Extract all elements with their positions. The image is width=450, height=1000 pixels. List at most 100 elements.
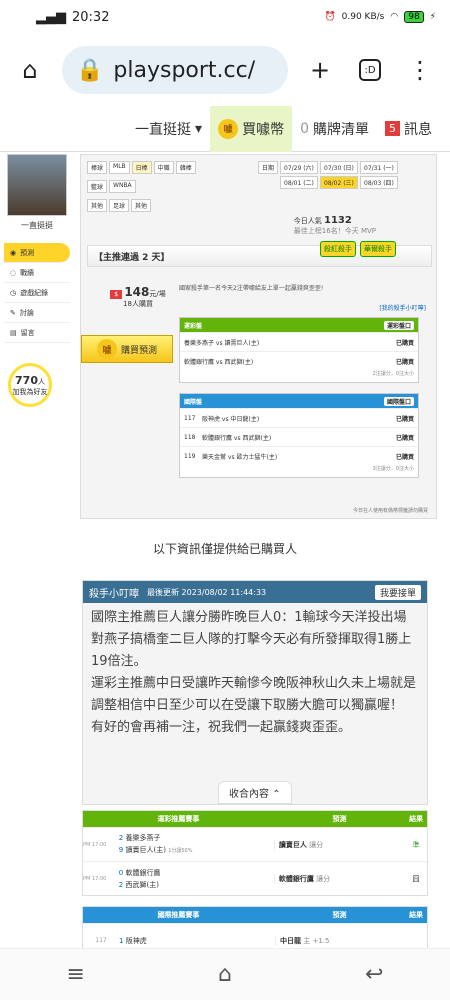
table-row: 養樂多燕子 vs 讀賣巨人(主) 已購買 xyxy=(180,332,418,351)
table-footer: 2注讓分，0注大小 xyxy=(372,371,414,377)
message-count: 5 xyxy=(385,121,400,136)
avatar[interactable] xyxy=(7,154,67,216)
date-0802[interactable]: 08/02 (三) xyxy=(320,176,358,189)
filter-npb[interactable]: 日棒 xyxy=(131,161,152,174)
site-top-nav: 一直挺挺 ▾ 噱買噱幣 0 購牌清單 5 訊息 xyxy=(0,106,450,152)
filter-others[interactable]: 其他 xyxy=(131,199,152,212)
filter-soccer[interactable]: 足球 xyxy=(109,199,130,212)
col-header: 國際推薦賽事 xyxy=(157,911,200,919)
match-name: 軟體銀行鷹 vs 西武獅(主) xyxy=(202,434,272,442)
purchase-status: 已購買 xyxy=(395,415,414,423)
sidebar-item-label: 遊戲紀錄 xyxy=(20,288,49,297)
chevron-up-icon: ⌃ xyxy=(272,789,281,800)
game-number: 118 xyxy=(184,433,196,441)
browser-toolbar: ⌂ 🔒 playsport.cc/ + :D ⋮ xyxy=(0,34,450,106)
sidebar-item-record[interactable]: ◌ 戰績 xyxy=(4,263,70,283)
popularity: 今日人氣 1132 最佳上榜16名！今天 MVP xyxy=(294,215,376,236)
rank-tag: MVP xyxy=(360,227,376,235)
lottery-picks-table: 運彩推薦賽事 預測 結果 PM 17:00 2 養樂多燕子 9 讀賣巨人(主) 1分讓… xyxy=(82,810,428,896)
pick-type: 讓分 xyxy=(309,840,324,849)
purchase-status: 已購買 xyxy=(395,434,414,442)
more-menu-icon[interactable]: ⋮ xyxy=(402,56,438,84)
user-menu[interactable]: 一直挺挺 ▾ xyxy=(127,106,210,152)
filter-kbo[interactable]: 韓棒 xyxy=(175,161,196,174)
home-icon[interactable]: ⌂ xyxy=(12,56,48,84)
sidebar-item-history[interactable]: ◷ 遊戲紀錄 xyxy=(4,283,70,303)
home-nav-icon[interactable]: ⌂ xyxy=(218,962,232,987)
filter-label-basketball: 籃球 xyxy=(87,180,108,193)
collapse-label: 收合內容 xyxy=(229,789,269,800)
table-footer: 3注讓分，0注大小 xyxy=(372,466,414,472)
collapse-button[interactable]: 收合內容 ⌃ xyxy=(218,781,292,804)
android-nav-bar: ≡ ⌂ ↩ xyxy=(0,948,450,1000)
profile-name: 一直挺挺 xyxy=(21,221,53,230)
profile-sidebar: 一直挺挺 ◉ 預測 ◌ 戰績 ◷ 遊戲紀錄 ✎ 討論 ▤ 留言 770人 加我為好友 xyxy=(4,154,70,407)
match-name: 軟體銀行鷹 vs 西武獅(主) xyxy=(184,358,254,366)
score: 2 xyxy=(118,880,124,889)
rank-note: 最佳上榜16名！今天 xyxy=(293,227,359,235)
date-0729[interactable]: 07/29 (六) xyxy=(280,161,318,174)
take-order-button[interactable]: 我要接單 xyxy=(374,584,421,600)
filter-mlb[interactable]: MLB xyxy=(109,161,130,174)
buy-prediction-button[interactable]: 噱購買預測 xyxy=(81,335,173,363)
match-name: 阪神虎 vs 中日龍(主) xyxy=(202,415,260,423)
pick-team: 讀賣巨人 xyxy=(278,840,307,849)
price-unit: 元/場 xyxy=(149,290,166,298)
date-0731[interactable]: 07/31 (一) xyxy=(360,161,398,174)
back-icon[interactable]: ↩ xyxy=(365,962,383,987)
match-name: 養樂多燕子 vs 讀賣巨人(主) xyxy=(184,339,260,347)
sidebar-item-predict[interactable]: ◉ 預測 xyxy=(4,243,70,263)
caret-down-icon: ▾ xyxy=(195,120,203,137)
messages-button[interactable]: 5 訊息 xyxy=(377,106,440,152)
date-0803[interactable]: 08/03 (四) xyxy=(360,176,398,189)
expert-tips: 殺手小叮嚀 最後更新 2023/08/02 11:44:33 我要接單 國際主推薦巨… xyxy=(82,580,428,805)
col-header: 預測 xyxy=(332,815,347,823)
net-speed: 0.90 KB/s xyxy=(341,12,385,22)
away-team: 養樂多燕子 xyxy=(125,834,161,842)
tab-switcher-button[interactable]: :D xyxy=(352,59,388,81)
game-number: 117 xyxy=(95,937,107,944)
battery-icon: 98 xyxy=(404,11,424,23)
filter-wnba[interactable]: WNBA xyxy=(109,180,136,193)
filter-label-other: 其他 xyxy=(87,199,108,212)
away-team: 阪神虎 xyxy=(125,936,147,945)
fans-badge[interactable]: 770人 加我為好友 xyxy=(8,363,52,407)
game-time: PM 17:00 xyxy=(83,841,107,848)
sports-lottery-table: 運彩盤 運彩盤口 養樂多燕子 vs 讀賣巨人(主) 已購買 軟體銀行鷹 vs 西武獅… xyxy=(179,317,419,383)
recent-apps-icon[interactable]: ≡ xyxy=(67,962,85,987)
game-number: 119 xyxy=(184,452,196,460)
tips-body: 國際主推薦巨人讓分勝昨晚巨人0：1輸球今天洋投出場對燕子搞橋奎二巨人隊的打擊今天… xyxy=(91,610,417,735)
table-sub: 國際盤口 xyxy=(383,396,414,406)
sidebar-item-message[interactable]: ▤ 留言 xyxy=(4,323,70,343)
score: 1 xyxy=(119,936,124,945)
web-page: 一直挺挺 ▾ 噱買噱幣 0 購牌清單 5 訊息 一直挺挺 ◉ 預測 ◌ 戰績 ◷ 遊戲紀錄 … xyxy=(0,106,450,948)
tips-link[interactable]: [我的殺手小叮嚀] xyxy=(379,303,426,312)
buy-coin-button[interactable]: 噱買噱幣 xyxy=(210,106,293,152)
messages-label: 訊息 xyxy=(404,121,432,138)
date-0730[interactable]: 07/30 (日) xyxy=(320,161,358,174)
popularity-label: 今日人氣 xyxy=(293,217,322,225)
cart-button[interactable]: 0 購牌清單 xyxy=(292,106,377,152)
price-info: $ 148元/場 18人購買 xyxy=(93,285,183,309)
url-text: playsport.cc/ xyxy=(113,57,256,83)
game-number: 117 xyxy=(184,414,196,422)
address-bar[interactable]: 🔒 playsport.cc/ xyxy=(62,46,288,94)
purchase-status: 已購買 xyxy=(395,339,414,347)
col-header: 預測 xyxy=(332,911,347,919)
sidebar-item-forum[interactable]: ✎ 討論 xyxy=(4,303,70,323)
score: 9 xyxy=(118,846,124,854)
filter-cpbl[interactable]: 中職 xyxy=(153,161,174,174)
purchase-status: 已購買 xyxy=(395,453,414,461)
pick-team: 中日龍 xyxy=(280,936,301,945)
prediction-panel: 棒球 MLB 日棒 中職 韓棒 籃球 WNBA 其他 足球 其他 日期 07/2… xyxy=(80,154,437,519)
date-0801[interactable]: 08/01 (二) xyxy=(280,176,318,189)
sidebar-item-label: 留言 xyxy=(20,328,35,337)
new-tab-icon[interactable]: + xyxy=(302,56,338,84)
col-header: 結果 xyxy=(409,815,424,823)
buy-prediction-label: 購買預測 xyxy=(120,345,157,356)
score: 2 xyxy=(118,834,124,842)
fans-count: 770 xyxy=(15,374,38,387)
game-time: PM 17:00 xyxy=(83,875,107,882)
home-team: 讀賣巨人(主) xyxy=(125,846,166,854)
col-header: 結果 xyxy=(409,911,424,919)
